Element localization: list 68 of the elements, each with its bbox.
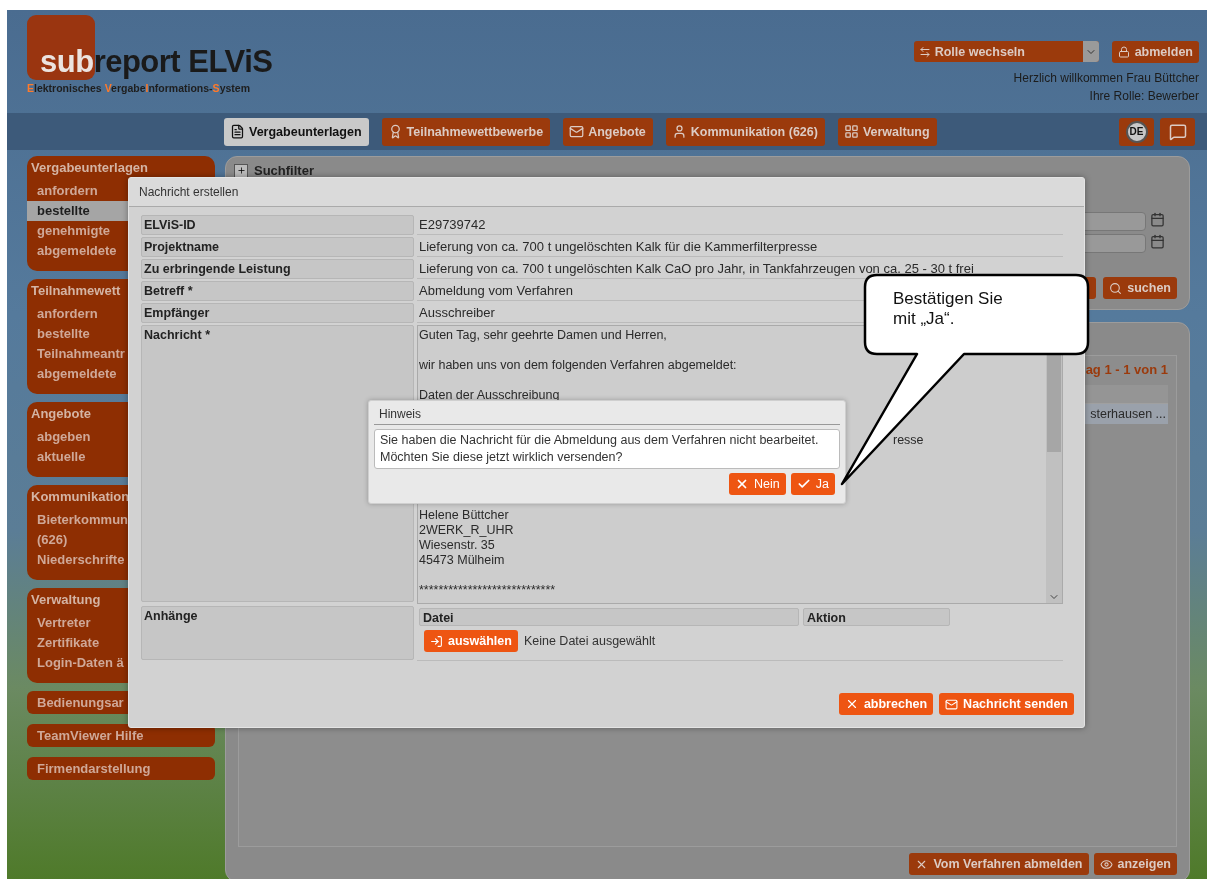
envelope-icon [945,697,959,711]
nav-tab[interactable]: Vergabeunterlagen [224,117,369,146]
filter-title: Suchfilter [254,163,314,178]
field-label: Zu erbringende Leistung [141,259,414,279]
choose-file-button[interactable]: auswählen [424,630,518,652]
chat-icon [1168,122,1187,141]
search-button[interactable]: suchen [1103,277,1177,299]
arrow-in-icon [430,634,443,648]
arrows-icon [918,45,931,58]
column-header: Aktion [803,608,950,626]
tab-icon [843,124,859,139]
tab-icon [569,124,585,139]
check-icon [796,477,811,491]
message-line: **************************** [419,583,556,597]
nav-tab[interactable]: Kommunikation (626) [665,117,825,146]
hint-title: Hinweis [374,401,840,425]
field-label: Empfänger [141,303,414,323]
logout-button[interactable]: abmelden [1111,41,1199,63]
logo-tagline: Elektronisches VergabeInformations-System [27,82,250,94]
no-button[interactable]: Nein [729,473,786,495]
sidebar-group-title: Angebote [30,405,92,423]
message-line: resse [893,433,924,447]
field-value: Lieferung von ca. 700 t ungelöschten Kalk für die Kammerfilterpresse [417,237,1063,257]
table-cell: sterhausen ... [1090,407,1166,421]
chat-button[interactable] [1160,117,1195,146]
nav-tab[interactable]: Angebote [563,117,653,146]
role-text: Ihre Rolle: Bewerber [1089,88,1199,105]
logo-square [27,15,95,80]
field-label: ELViS-ID [141,215,414,235]
message-line: Daten der Ausschreibung [419,388,560,402]
pager-text: ag 1 - 1 von 1 [1085,362,1168,377]
sidebar-group-title: Kommunikation [30,488,131,506]
eye-icon [1099,857,1113,871]
tab-icon [671,124,687,139]
welcome-text: Herzlich willkommen Frau Büttcher [1013,70,1199,87]
unsubscribe-button[interactable]: Vom Verfahren abmelden [909,853,1089,875]
show-button[interactable]: anzeigen [1093,853,1177,875]
lock-icon [1117,46,1130,58]
field-value: E29739742 [417,215,1063,235]
tab-icon [230,124,245,139]
field-label: Anhänge [141,606,414,660]
send-button[interactable]: Nachricht senden [939,693,1074,715]
message-line: wir haben uns von dem folgenden Verfahren abgemeldet: [419,358,737,372]
nav-tab[interactable]: Teilnahmewettbewerbe [381,117,551,146]
sidebar-group-title: Teilnahmewett [30,282,122,300]
yes-button[interactable]: Ja [790,473,835,495]
search-icon [1109,281,1123,295]
message-line: Wiesenstr. 35 [419,538,495,552]
message-line: Guten Tag, sehr geehrte Damen und Herren, [419,328,667,342]
file-status: Keine Datei ausgewählt [523,634,656,648]
message-line: 45473 Mülheim [419,553,505,567]
dialog-title: Nachricht erstellen [129,178,1084,207]
field-label: Betreff * [141,281,414,301]
logo-text: subreport ELViS [40,44,273,80]
message-line: Helene Büttcher [419,508,509,522]
cancel-button[interactable]: abbrechen [838,693,934,715]
column-header: Datei [419,608,799,626]
sidebar-link[interactable]: Firmendarstellung [27,757,215,780]
language-button[interactable]: DE [1119,117,1154,146]
hint-message: Sie haben die Nachricht für die Abmeldung aus dem Verfahren nicht bearbeitet. Möchten Sie diese jetzt wirklich versenden? [374,429,840,469]
nav-tab[interactable]: Verwaltung [837,117,937,146]
message-line: 2WERK_R_UHR [419,523,514,537]
sidebar-group-title: Vergabeunterlagen [30,159,150,177]
sidebar-group-title: Verwaltung [30,591,102,609]
field-label: Projektname [141,237,414,257]
role-select[interactable]: Rolle wechseln [913,41,1099,62]
sidebar-link[interactable]: TeamViewer Hilfe [27,724,215,747]
expand-icon[interactable] [234,163,248,178]
